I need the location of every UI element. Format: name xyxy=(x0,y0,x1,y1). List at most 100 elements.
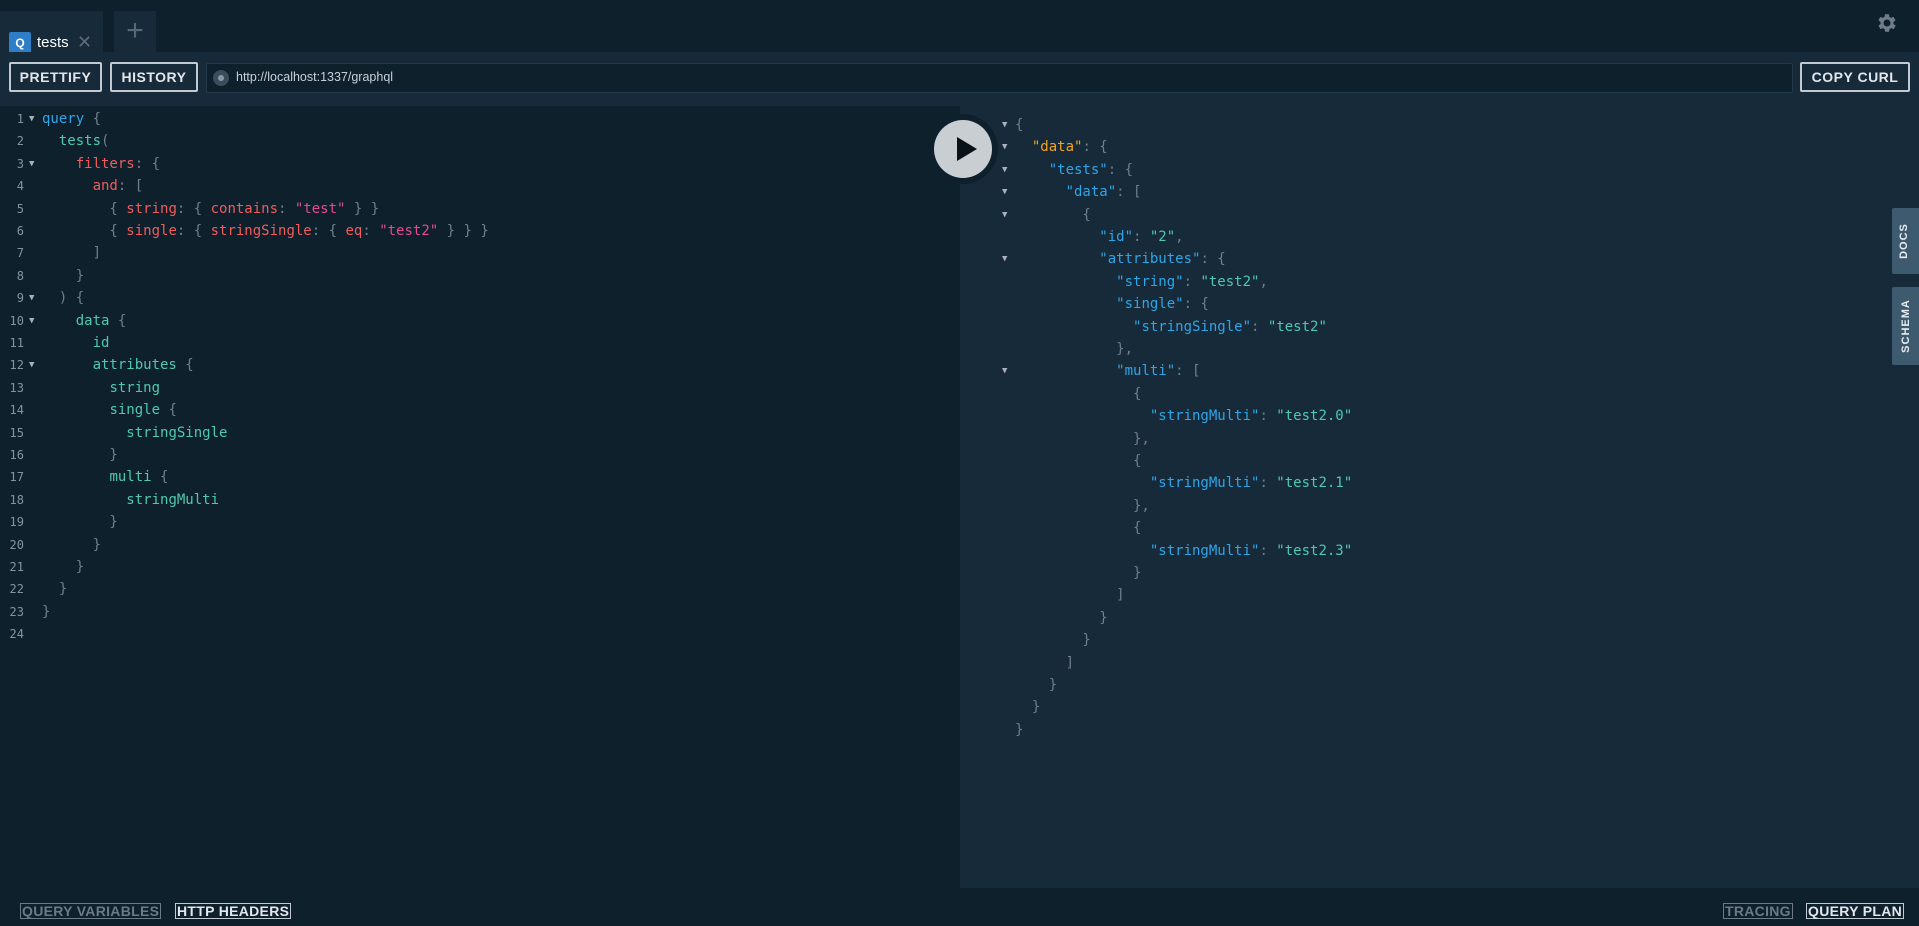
query-token: contains xyxy=(210,200,279,217)
query-token: } xyxy=(42,581,68,598)
fold-arrow-icon[interactable]: ▼ xyxy=(1002,159,1007,181)
query-token: : { xyxy=(134,155,161,172)
query-token: string xyxy=(109,379,161,396)
line-number: 1 xyxy=(16,112,24,126)
line-number: 2 xyxy=(16,134,24,149)
result-token xyxy=(1015,229,1099,245)
query-editor[interactable]: 1 ▼ query {2 tests(3 ▼ filters: {4 and: [5 … xyxy=(0,106,960,888)
result-token: { xyxy=(1015,206,1091,223)
result-token: : { xyxy=(1082,139,1108,156)
tab-tests[interactable]: Q tests ✕ xyxy=(0,11,103,54)
result-viewer: ▼{▼ "data": {▼ "tests": {▼ "data": [▼ { … xyxy=(960,106,1919,888)
execute-query-button[interactable] xyxy=(928,114,998,184)
fold-arrow-icon[interactable]: ▼ xyxy=(29,310,34,332)
result-token: : xyxy=(1259,408,1277,425)
result-token: ] xyxy=(1015,654,1075,671)
result-line: "tests": { xyxy=(1015,159,1133,181)
tab-bar: Q tests ✕ + xyxy=(0,0,1919,54)
result-token: "multi" xyxy=(1116,363,1176,380)
endpoint-input[interactable]: http://localhost:1337/graphql xyxy=(206,63,1793,93)
query-token: { xyxy=(109,312,127,329)
query-token: single xyxy=(109,402,161,419)
result-token xyxy=(1015,475,1150,491)
tab-title: tests xyxy=(37,34,69,51)
fold-arrow-icon[interactable]: ▼ xyxy=(1002,181,1007,203)
result-token: : xyxy=(1133,229,1150,245)
code-line: multi { xyxy=(42,466,168,488)
fold-arrow-icon[interactable]: ▼ xyxy=(1002,248,1007,270)
query-token: ( xyxy=(101,133,110,150)
result-token: }, xyxy=(1015,497,1150,514)
line-number: 16 xyxy=(9,448,24,462)
result-token xyxy=(1015,543,1150,559)
result-token: : xyxy=(1259,542,1277,559)
query-token xyxy=(42,178,93,194)
result-token: : xyxy=(1259,475,1277,492)
result-line: } xyxy=(1015,607,1108,629)
copy-curl-button[interactable]: COPY CURL xyxy=(1800,62,1910,92)
fold-arrow-icon[interactable]: ▼ xyxy=(29,108,34,130)
code-line: } xyxy=(42,578,67,600)
query-tab-icon: Q xyxy=(9,32,31,54)
result-token xyxy=(1015,274,1116,290)
result-line: "multi": [ xyxy=(1015,360,1200,382)
query-variables-tab[interactable]: QUERY VARIABLES xyxy=(20,903,162,919)
code-line: tests( xyxy=(42,130,110,152)
query-token: } xyxy=(42,603,51,620)
result-token: "id" xyxy=(1099,229,1134,245)
result-line: } xyxy=(1015,674,1057,696)
code-line: ) { xyxy=(42,287,84,309)
fold-arrow-icon[interactable]: ▼ xyxy=(1002,360,1007,382)
result-token: "stringMulti" xyxy=(1149,542,1260,559)
fold-arrow-icon[interactable]: ▼ xyxy=(29,287,34,309)
fold-arrow-icon[interactable]: ▼ xyxy=(1002,204,1007,226)
query-token: attributes xyxy=(92,357,177,374)
gear-icon[interactable] xyxy=(1874,11,1898,35)
result-token xyxy=(1015,139,1032,155)
play-icon xyxy=(957,137,977,161)
result-line: }, xyxy=(1015,495,1150,517)
result-line: { xyxy=(1015,383,1141,405)
code-line: { single: { stringSingle: { eq: "test2" … xyxy=(42,220,488,242)
fold-arrow-icon[interactable]: ▼ xyxy=(29,153,34,175)
query-token xyxy=(42,313,76,329)
query-token: { xyxy=(160,402,177,419)
fold-arrow-icon[interactable]: ▼ xyxy=(1002,114,1007,136)
result-token: } xyxy=(1015,632,1091,649)
query-token xyxy=(42,335,93,351)
schema-tab[interactable]: SCHEMA xyxy=(1892,287,1919,365)
query-token: : [ xyxy=(117,178,144,195)
query-token: } } xyxy=(345,200,380,217)
result-token: : xyxy=(1183,273,1201,290)
result-line: "attributes": { xyxy=(1015,248,1225,270)
line-number: 21 xyxy=(9,560,24,574)
endpoint-url: http://localhost:1337/graphql xyxy=(236,70,394,84)
fold-arrow-icon[interactable]: ▼ xyxy=(29,354,34,376)
result-line: "stringMulti": "test2.0" xyxy=(1015,405,1352,427)
code-line: stringMulti xyxy=(42,489,219,511)
tracing-tab[interactable]: TRACING xyxy=(1723,903,1793,919)
query-token: { xyxy=(42,200,127,217)
result-token: , xyxy=(1259,273,1268,290)
fold-arrow-icon[interactable]: ▼ xyxy=(1002,136,1007,158)
query-plan-tab[interactable]: QUERY PLAN xyxy=(1806,903,1905,919)
docs-tab[interactable]: DOCS xyxy=(1892,208,1919,274)
result-token: "test2.1" xyxy=(1276,475,1353,492)
line-number: 11 xyxy=(9,336,24,350)
result-token: } xyxy=(1015,609,1108,626)
history-button[interactable]: HISTORY xyxy=(110,62,198,92)
code-line: single { xyxy=(42,399,177,421)
close-icon[interactable]: ✕ xyxy=(77,31,92,53)
result-token: : { xyxy=(1183,296,1209,313)
result-line: "stringMulti": "test2.3" xyxy=(1015,540,1352,562)
result-token: { xyxy=(1015,117,1024,133)
http-headers-tab[interactable]: HTTP HEADERS xyxy=(175,903,292,919)
code-line: } xyxy=(42,511,117,533)
result-token: , xyxy=(1175,229,1184,245)
add-tab-button[interactable]: + xyxy=(114,11,156,52)
line-number: 5 xyxy=(16,201,24,216)
query-token: ) { xyxy=(42,290,85,307)
query-token: : { xyxy=(176,200,211,217)
prettify-button[interactable]: PRETTIFY xyxy=(9,62,102,92)
query-token: query xyxy=(42,111,85,127)
